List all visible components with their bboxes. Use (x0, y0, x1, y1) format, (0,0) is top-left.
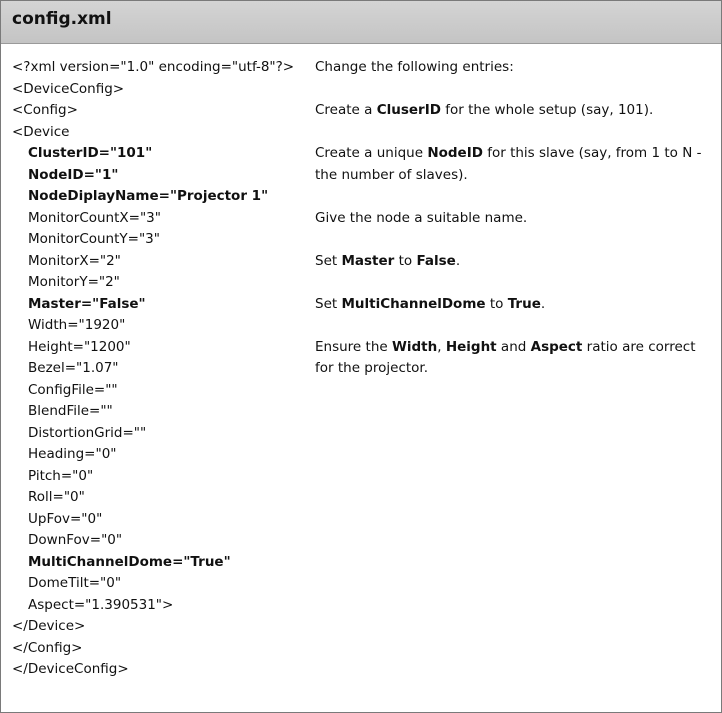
xml-code-line: BlendFile="" (28, 403, 113, 419)
xml-code-line: MonitorCountY="3" (28, 231, 160, 247)
xml-code-line: </Device> (12, 618, 86, 634)
instruction-note: Set Master to False. (315, 251, 710, 273)
xml-code-line: MonitorY="2" (28, 274, 120, 290)
instruction-keyword: Height (445, 338, 497, 355)
xml-code-line: <Config> (12, 102, 78, 118)
instruction-note: Change the following entries: (315, 57, 710, 79)
instruction-text: Create a unique (315, 145, 428, 161)
instruction-text: Change the following entries: (315, 59, 514, 75)
xml-code-line: </Config> (12, 639, 83, 656)
xml-code-line: ConfigFile="" (28, 381, 118, 398)
instruction-note: Create a CluserID for the whole setup (s… (315, 100, 710, 122)
instruction-text: Give the node a suitable name. (315, 209, 528, 226)
xml-code-line: MultiChannelDome="True" (28, 553, 231, 570)
instruction-text: Create a (315, 102, 377, 118)
instruction-text: and (496, 338, 531, 355)
config-panel: config.xml <?xml version="1.0" encoding=… (0, 0, 722, 713)
instruction-keyword: CluserID (376, 102, 441, 118)
xml-code-line: NodeID="1" (28, 166, 119, 183)
instruction-note: Set MultiChannelDome to True. (315, 294, 710, 316)
instruction-text: to (485, 295, 508, 312)
xml-code-line: MonitorX="2" (28, 252, 121, 269)
xml-code-line: Roll="0" (28, 489, 85, 505)
xml-code-line: DomeTilt="0" (28, 575, 122, 591)
instruction-text: for the whole setup (say, 101). (440, 102, 654, 118)
xml-code-line: <DeviceConfig> (12, 80, 125, 97)
xml-code-line: DownFov="0" (28, 532, 123, 548)
panel-title: config.xml (12, 9, 112, 29)
xml-code-line: </DeviceConfig> (12, 661, 129, 677)
instruction-note: Ensure the Width, Height and Aspect rati… (315, 337, 710, 380)
instruction-keyword: True (507, 295, 541, 312)
xml-code-line: <?xml version="1.0" encoding="utf-8"?> (12, 59, 295, 75)
xml-code-line: MonitorCountX="3" (28, 209, 161, 226)
xml-code-column: <?xml version="1.0" encoding="utf-8"?> <D… (12, 57, 300, 681)
instruction-note: Give the node a suitable name. (315, 208, 710, 230)
instruction-note: Create a unique NodeID for this slave (s… (315, 143, 710, 186)
instruction-text: . (540, 295, 546, 312)
instruction-keyword: NodeID (427, 145, 483, 161)
xml-code-line: Master="False" (28, 295, 146, 312)
xml-code-line: Aspect="1.390531"> (28, 596, 174, 613)
instruction-text: Ensure the (315, 338, 392, 355)
xml-code-line: Heading="0" (28, 446, 117, 462)
instruction-text: Set (315, 252, 342, 269)
xml-code-line: Bezel="1.07" (28, 360, 119, 376)
instruction-text: Set (315, 295, 342, 312)
xml-code-line: ClusterID="101" (28, 145, 153, 161)
instruction-keyword: Aspect (530, 338, 583, 355)
xml-code-line: UpFov="0" (28, 510, 103, 527)
xml-code-line: Height="1200" (28, 338, 131, 355)
xml-code-line: DistortionGrid="" (28, 424, 147, 441)
xml-code-line: Pitch="0" (28, 467, 94, 484)
instruction-keyword: Master (341, 252, 395, 269)
instruction-keyword: False (416, 252, 456, 269)
instruction-keyword: Width (391, 338, 438, 355)
xml-code-line: <Device (12, 123, 70, 140)
xml-code-line: NodeDiplayName="Projector 1" (28, 188, 269, 204)
panel-header: config.xml (1, 1, 721, 44)
xml-code-line: Width="1920" (28, 317, 126, 333)
instruction-keyword: MultiChannelDome (341, 295, 486, 312)
instruction-text: to (394, 252, 417, 269)
instruction-text: . (455, 252, 461, 269)
instruction-text: , (437, 338, 446, 355)
